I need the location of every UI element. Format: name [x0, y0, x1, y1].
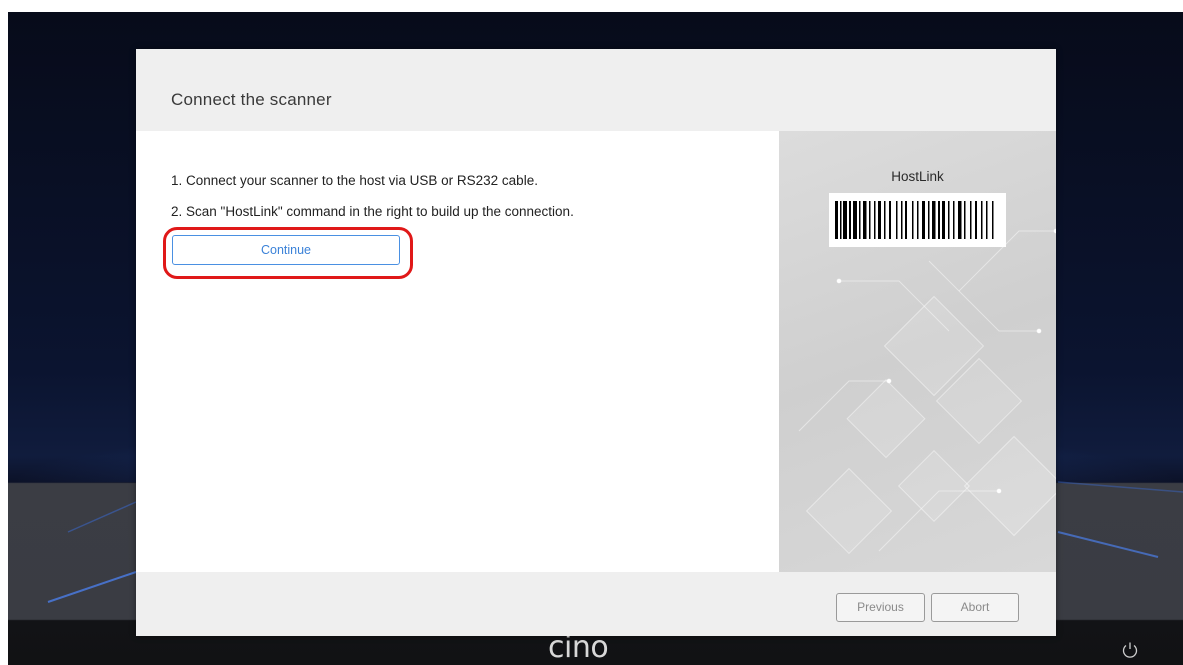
previous-button[interactable]: Previous	[836, 593, 925, 622]
dialog-title: Connect the scanner	[171, 90, 332, 109]
abort-button[interactable]: Abort	[931, 593, 1019, 622]
brand-logo: cino	[548, 630, 609, 665]
continue-button[interactable]: Continue	[172, 235, 400, 265]
dialog-header: Connect the scanner	[136, 49, 1056, 131]
dialog-footer: Previous Abort	[136, 572, 1056, 636]
power-icon[interactable]	[1121, 641, 1139, 659]
instruction-step-1: 1. Connect your scanner to the host via …	[171, 173, 538, 188]
instruction-step-2: 2. Scan "HostLink" command in the right …	[171, 204, 574, 219]
barcode-label: HostLink	[891, 169, 944, 184]
screen: cino Connect the scanner 1. Connect your…	[0, 0, 1183, 665]
hostlink-barcode	[829, 193, 1006, 247]
barcode-panel: HostLink	[779, 131, 1056, 572]
connect-scanner-dialog: Connect the scanner 1. Connect your scan…	[136, 49, 1056, 636]
instructions-panel: 1. Connect your scanner to the host via …	[136, 131, 779, 572]
